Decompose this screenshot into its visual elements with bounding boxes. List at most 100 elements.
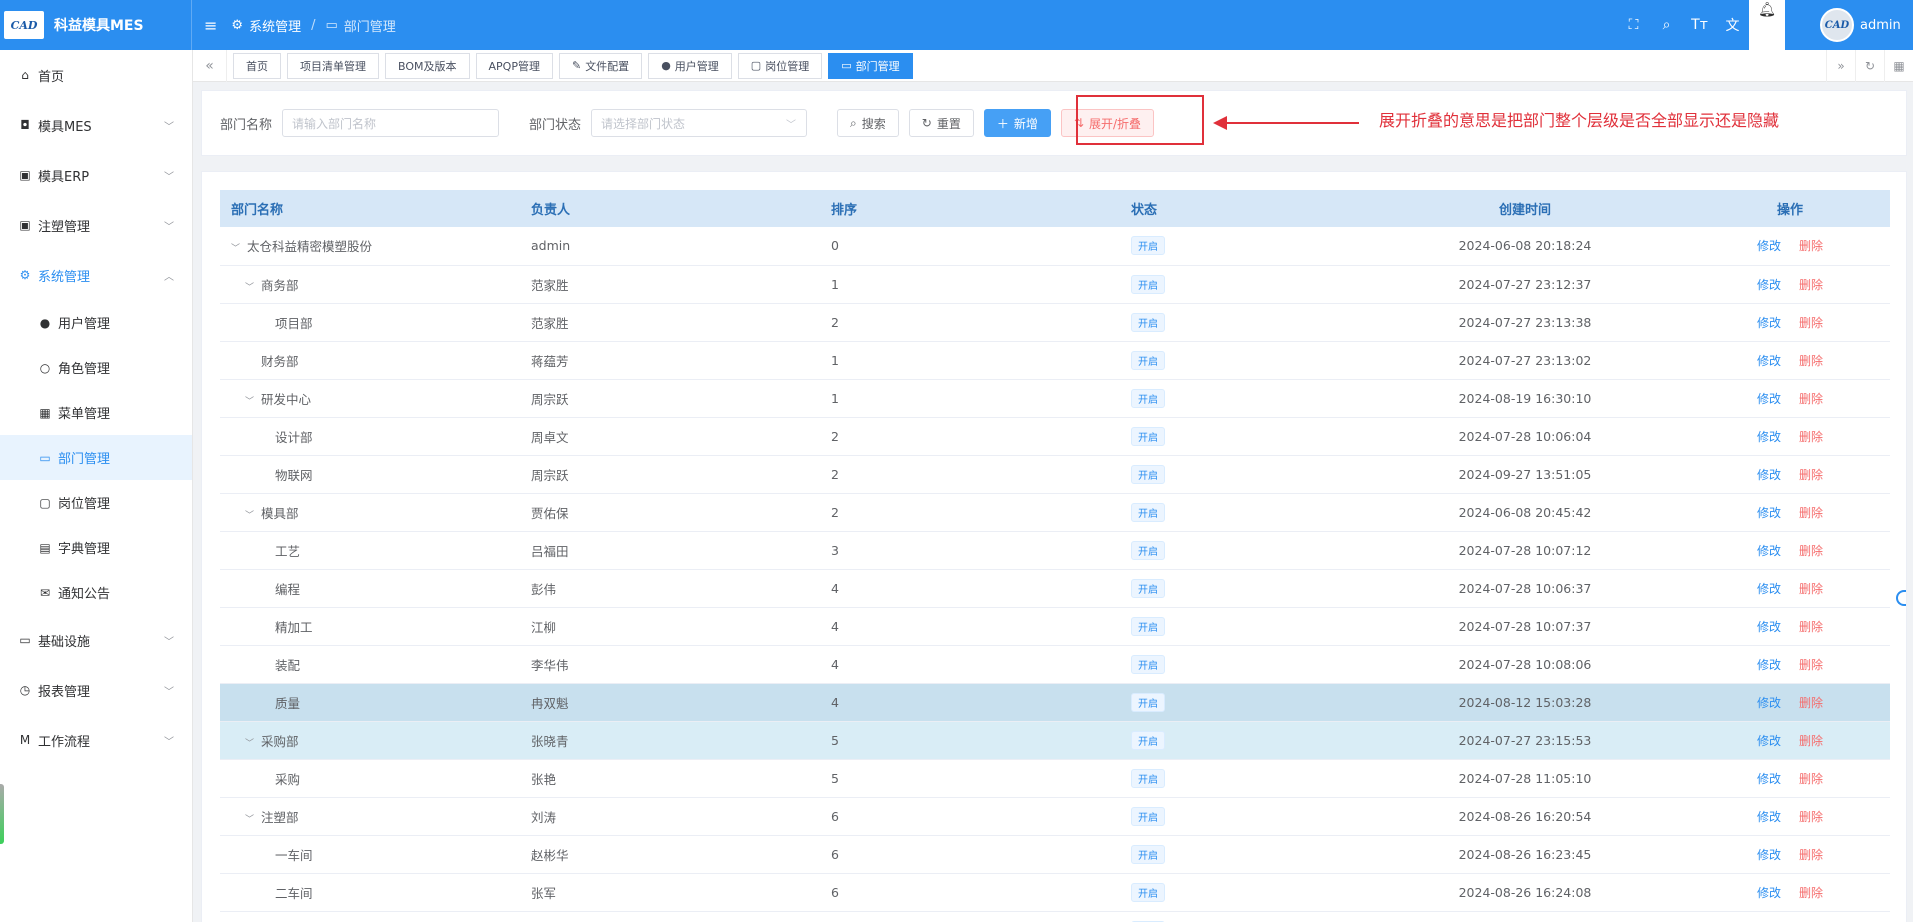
breadcrumb-parent[interactable]: 系统管理 xyxy=(249,16,301,35)
delete-button[interactable]: 删除 xyxy=(1799,430,1823,444)
sidebar-item-mold-mes[interactable]: ◘ 模具MES ﹀ xyxy=(0,100,192,150)
table-row[interactable]: ﹀ 注塑部 刘涛 6 开启 2024-08-26 16:20:54 修改 删除 xyxy=(220,797,1890,836)
table-row[interactable]: 装配 李华伟 4 开启 2024-07-28 10:08:06 修改 删除 xyxy=(220,645,1890,684)
table-row[interactable]: 物联网 周宗跃 2 开启 2024-09-27 13:51:05 修改 删除 xyxy=(220,455,1890,494)
edit-button[interactable]: 修改 xyxy=(1757,620,1781,634)
col-sort[interactable]: 排序 xyxy=(820,190,1120,227)
bell-icon[interactable]: 🔔︎ xyxy=(1749,0,1785,50)
table-row[interactable]: ﹀ 模具部 贾佑保 2 开启 2024-06-08 20:45:42 修改 删除 xyxy=(220,493,1890,532)
fullscreen-icon[interactable]: ⛶ xyxy=(1617,0,1650,50)
sidebar-item-role-management[interactable]: ○ 角色管理 xyxy=(0,345,192,390)
edit-button[interactable]: 修改 xyxy=(1757,734,1781,748)
sidebar-item-user-management[interactable]: ● 用户管理 xyxy=(0,300,192,345)
chevron-down-icon[interactable]: ﹀ xyxy=(245,812,257,825)
table-row[interactable]: 设计部 周卓文 2 开启 2024-07-28 10:06:04 修改 删除 xyxy=(220,417,1890,456)
dept-status-select[interactable]: 请选择部门状态 ﹀ xyxy=(591,109,808,137)
font-size-icon[interactable]: Tт xyxy=(1683,0,1716,50)
delete-button[interactable]: 删除 xyxy=(1799,392,1823,406)
tab-scroll-left-icon[interactable]: « xyxy=(193,49,227,82)
hamburger-menu-icon[interactable]: ≡ xyxy=(204,16,217,35)
edit-button[interactable]: 修改 xyxy=(1757,468,1781,482)
edit-button[interactable]: 修改 xyxy=(1757,239,1781,253)
edit-button[interactable]: 修改 xyxy=(1757,582,1781,596)
tab-user-management[interactable]: ● 用户管理 xyxy=(648,52,732,79)
delete-button[interactable]: 删除 xyxy=(1799,886,1823,900)
delete-button[interactable]: 删除 xyxy=(1799,239,1823,253)
table-row[interactable]: 二车间 张军 6 开启 2024-08-26 16:24:08 修改 删除 xyxy=(220,873,1890,912)
edit-button[interactable]: 修改 xyxy=(1757,278,1781,292)
sidebar-item-menu-management[interactable]: ▦ 菜单管理 xyxy=(0,390,192,435)
user-menu[interactable]: CAD admin xyxy=(1802,0,1913,50)
chevron-down-icon[interactable]: ﹀ xyxy=(245,280,257,293)
table-row[interactable]: 一车间 赵彬华 6 开启 2024-08-26 16:23:45 修改 删除 xyxy=(220,835,1890,874)
chevron-down-icon[interactable]: ﹀ xyxy=(245,508,257,521)
col-dept-name[interactable]: 部门名称 xyxy=(220,190,520,227)
delete-button[interactable]: 删除 xyxy=(1799,544,1823,558)
sidebar-item-mold-erp[interactable]: ▣ 模具ERP ﹀ xyxy=(0,150,192,200)
delete-button[interactable]: 删除 xyxy=(1799,468,1823,482)
delete-button[interactable]: 删除 xyxy=(1799,810,1823,824)
sidebar-item-system[interactable]: ⚙ 系统管理 ︿ xyxy=(0,250,192,300)
sidebar-item-post-management[interactable]: ▢ 岗位管理 xyxy=(0,480,192,525)
table-row[interactable]: ﹀ 商务部 范家胜 1 开启 2024-07-27 23:12:37 修改 删除 xyxy=(220,265,1890,304)
logo-area[interactable]: CAD 科益模具MES xyxy=(0,0,192,50)
edit-button[interactable]: 修改 xyxy=(1757,658,1781,672)
search-icon[interactable]: ⌕ xyxy=(1650,0,1683,50)
tab-post-management[interactable]: ▢ 岗位管理 xyxy=(737,52,823,79)
edit-button[interactable]: 修改 xyxy=(1757,392,1781,406)
edit-button[interactable]: 修改 xyxy=(1757,430,1781,444)
edit-button[interactable]: 修改 xyxy=(1757,696,1781,710)
chevron-down-icon[interactable]: ﹀ xyxy=(245,394,257,407)
settings-float-icon[interactable] xyxy=(1896,590,1906,606)
table-row[interactable]: 财务部 蒋蕴芳 1 开启 2024-07-27 23:13:02 修改 删除 xyxy=(220,341,1890,380)
edit-button[interactable]: 修改 xyxy=(1757,316,1781,330)
sidebar-item-dict-management[interactable]: ▤ 字典管理 xyxy=(0,525,192,570)
translate-icon[interactable]: 文 xyxy=(1716,0,1749,50)
sidebar-item-reports[interactable]: ◷ 报表管理 ﹀ xyxy=(0,665,192,715)
col-leader[interactable]: 负责人 xyxy=(520,190,820,227)
delete-button[interactable]: 删除 xyxy=(1799,848,1823,862)
edit-button[interactable]: 修改 xyxy=(1757,810,1781,824)
add-button[interactable]: ＋ 新增 xyxy=(983,109,1051,137)
table-row[interactable]: 精加工 江柳 4 开启 2024-07-28 10:07:37 修改 删除 xyxy=(220,607,1890,646)
chevron-down-icon[interactable]: ﹀ xyxy=(231,241,243,254)
delete-button[interactable]: 删除 xyxy=(1799,696,1823,710)
table-row[interactable]: ﹀ 太仓科益精密模塑股份 admin 0 开启 2024-06-08 20:18:… xyxy=(220,227,1890,266)
edit-button[interactable]: 修改 xyxy=(1757,848,1781,862)
reset-button[interactable]: ↻ 重置 xyxy=(908,109,974,137)
grid-icon[interactable]: ▦ xyxy=(1884,50,1913,82)
tab-scroll-right-icon[interactable]: » xyxy=(1826,50,1855,82)
table-row[interactable]: 三车间 张军 6 开启 2024-08-26 16:24:32 修改删除 xyxy=(220,911,1890,922)
sidebar-item-dept-management[interactable]: ▭ 部门管理 xyxy=(0,435,192,480)
delete-button[interactable]: 删除 xyxy=(1799,278,1823,292)
tab-file-config[interactable]: ✎ 文件配置 xyxy=(558,52,643,79)
delete-button[interactable]: 删除 xyxy=(1799,772,1823,786)
delete-button[interactable]: 删除 xyxy=(1799,354,1823,368)
table-row[interactable]: ﹀ 采购部 张晓青 5 开启 2024-07-27 23:15:53 修改 删除 xyxy=(220,721,1890,760)
sidebar-item-injection[interactable]: ▣ 注塑管理 ﹀ xyxy=(0,200,192,250)
sidebar-item-infrastructure[interactable]: ▭ 基础设施 ﹀ xyxy=(0,615,192,665)
table-row[interactable]: ﹀ 研发中心 周宗跃 1 开启 2024-08-19 16:30:10 修改 删除 xyxy=(220,379,1890,418)
delete-button[interactable]: 删除 xyxy=(1799,658,1823,672)
sidebar-item-workflow[interactable]: M 工作流程 ﹀ xyxy=(0,715,192,765)
table-row[interactable]: 质量 冉双魁 4 开启 2024-08-12 15:03:28 修改 删除 xyxy=(220,683,1890,722)
edit-button[interactable]: 修改 xyxy=(1757,354,1781,368)
table-row[interactable]: 采购 张艳 5 开启 2024-07-28 11:05:10 修改 删除 xyxy=(220,759,1890,798)
delete-button[interactable]: 删除 xyxy=(1799,734,1823,748)
delete-button[interactable]: 删除 xyxy=(1799,582,1823,596)
search-button[interactable]: ⌕ 搜索 xyxy=(837,109,899,137)
side-drawer-handle[interactable] xyxy=(0,784,4,844)
refresh-icon[interactable]: ↻ xyxy=(1855,50,1884,82)
delete-button[interactable]: 删除 xyxy=(1799,316,1823,330)
tab-project-list[interactable]: 项目清单管理 xyxy=(287,52,379,79)
tab-bom[interactable]: BOM及版本 xyxy=(385,52,470,79)
tab-dept-management[interactable]: ▭ 部门管理 xyxy=(828,52,913,79)
col-created[interactable]: 创建时间 xyxy=(1360,190,1690,227)
chevron-down-icon[interactable]: ﹀ xyxy=(245,736,257,749)
delete-button[interactable]: 删除 xyxy=(1799,506,1823,520)
edit-button[interactable]: 修改 xyxy=(1757,506,1781,520)
table-row[interactable]: 编程 彭伟 4 开启 2024-07-28 10:06:37 修改 删除 xyxy=(220,569,1890,608)
edit-button[interactable]: 修改 xyxy=(1757,886,1781,900)
table-row[interactable]: 工艺 吕福田 3 开启 2024-07-28 10:07:12 修改 删除 xyxy=(220,531,1890,570)
table-row[interactable]: 项目部 范家胜 2 开启 2024-07-27 23:13:38 修改 删除 xyxy=(220,303,1890,342)
